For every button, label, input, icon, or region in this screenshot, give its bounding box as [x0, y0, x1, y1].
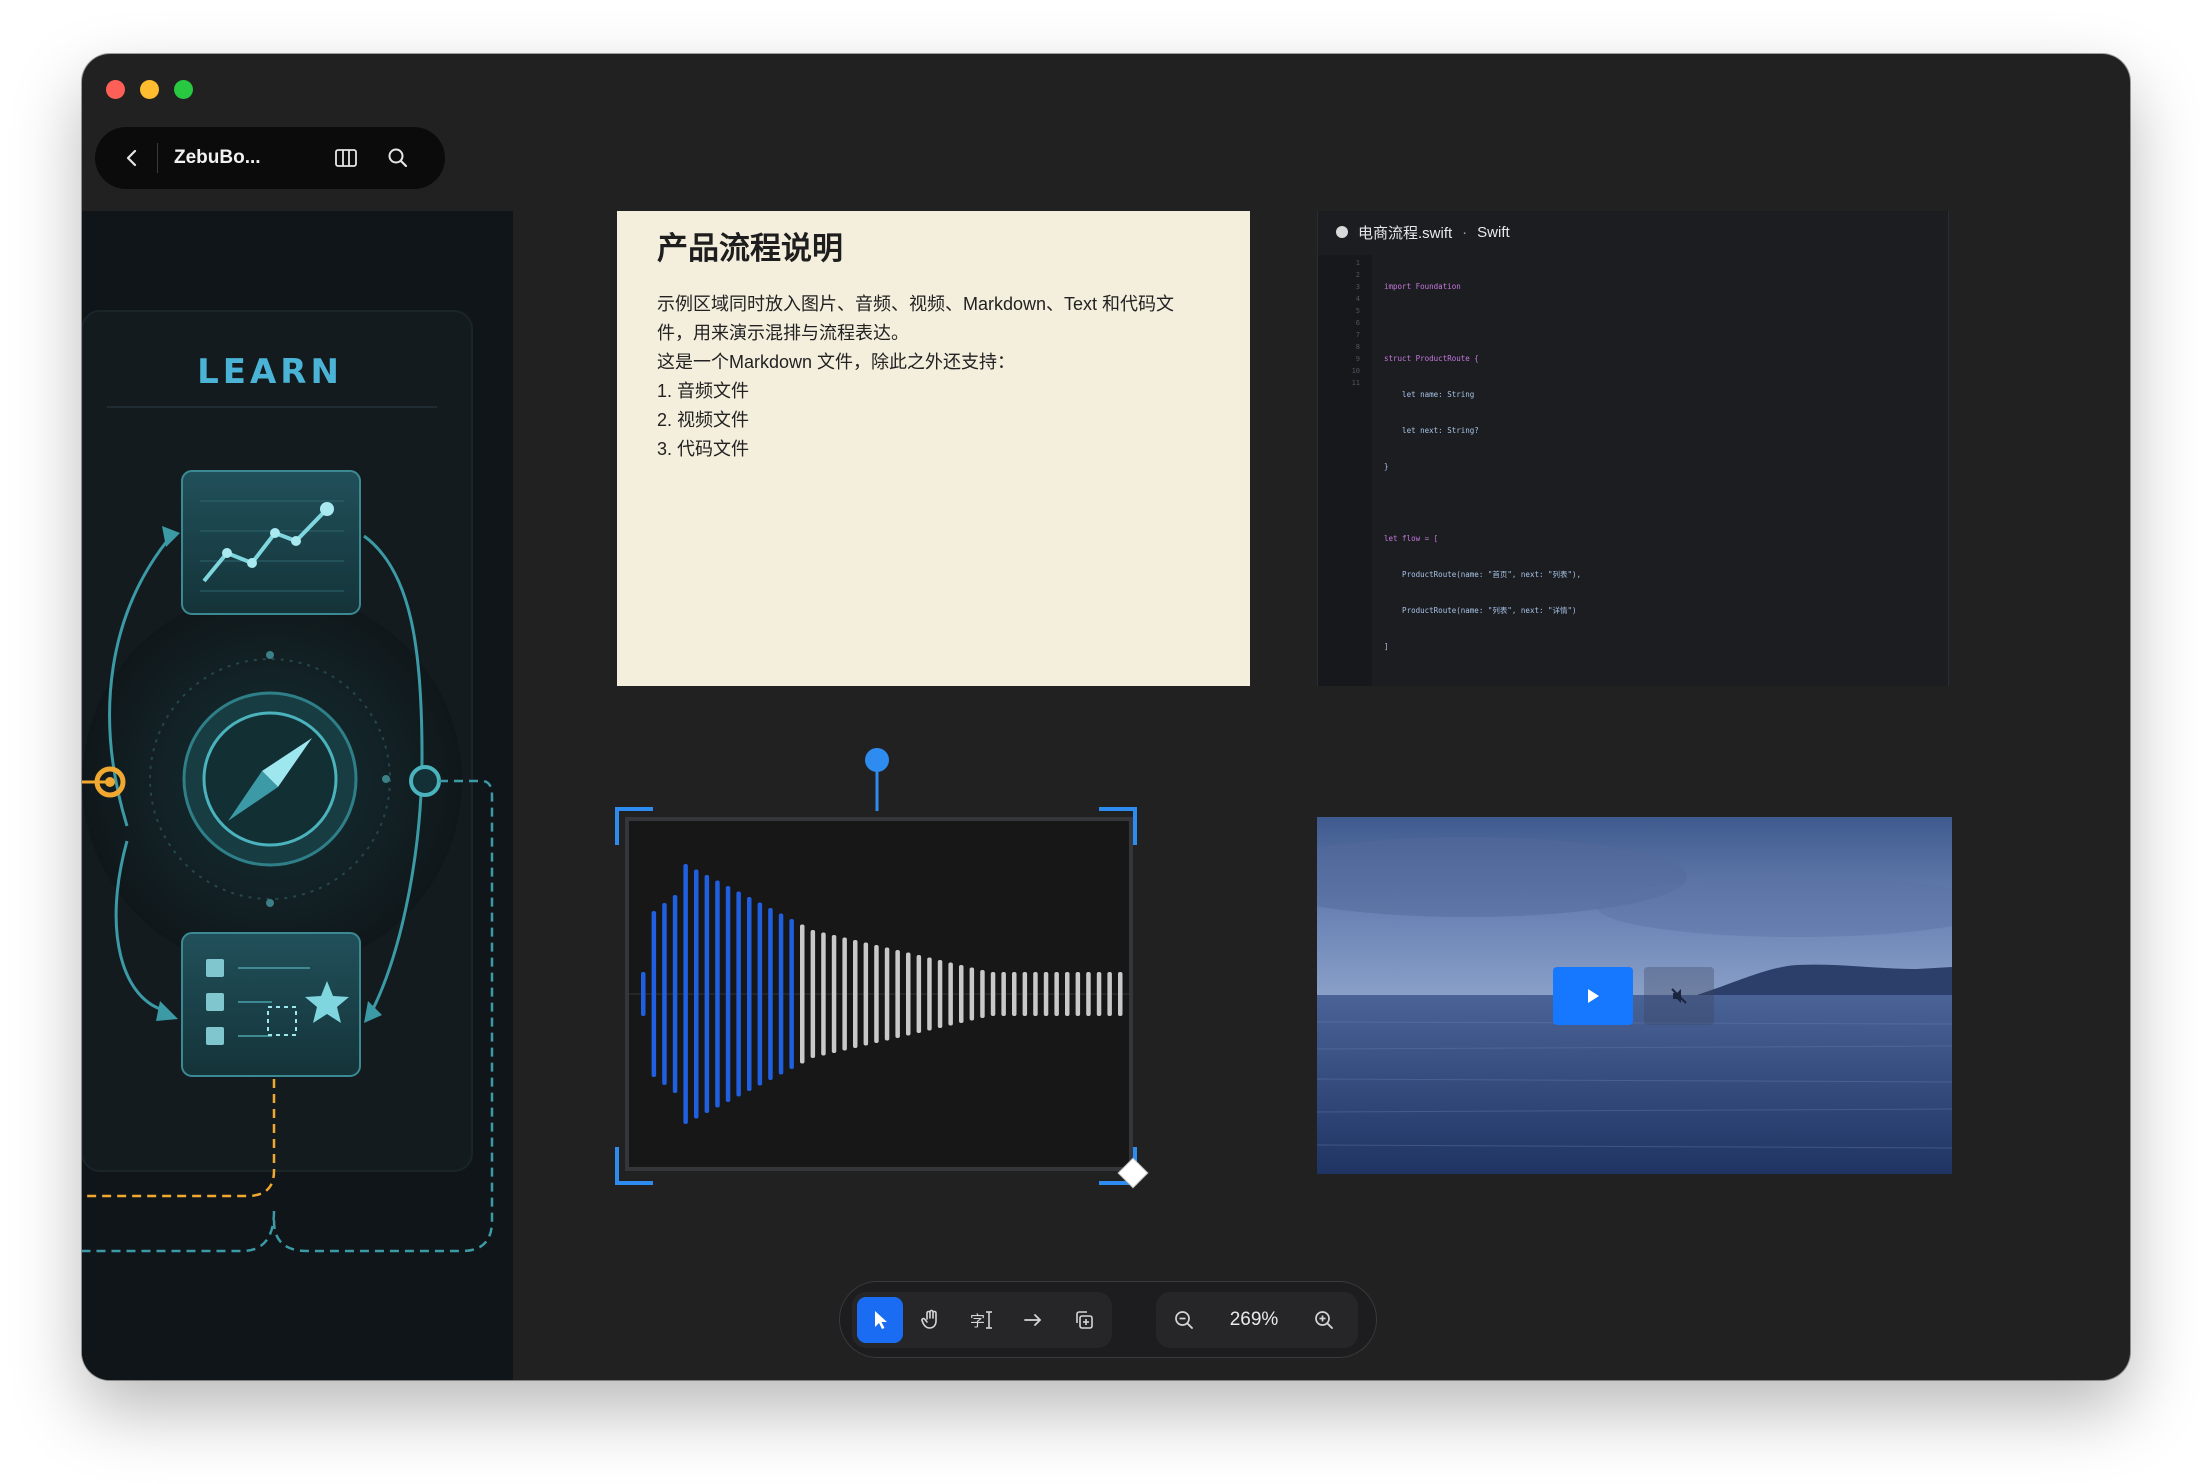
waveform-bar	[800, 924, 805, 1064]
waveform-bar	[1075, 972, 1081, 1016]
hand-icon	[921, 1309, 937, 1329]
waveform-bar	[725, 886, 731, 1102]
waveform-bar	[704, 875, 710, 1113]
waveform-bar	[1054, 972, 1059, 1016]
selection-handle-top-left[interactable]	[615, 807, 653, 845]
waveform-bar	[810, 930, 816, 1058]
waveform-bar	[1022, 972, 1028, 1016]
waveform-bar	[757, 902, 763, 1086]
waveform-bar	[1001, 972, 1006, 1016]
waveform-bar	[969, 967, 975, 1021]
waveform-bar	[1107, 972, 1112, 1016]
waveform-bar	[916, 955, 922, 1033]
zoom-in-button[interactable]	[1301, 1297, 1347, 1343]
svg-text:字: 字	[970, 1312, 985, 1330]
waveform-bar	[831, 935, 837, 1053]
waveform-bar	[1033, 972, 1038, 1016]
waveform-bar	[821, 932, 826, 1056]
text-tool-button[interactable]: 字	[959, 1297, 1005, 1343]
waveform-bar	[884, 947, 890, 1041]
video-card[interactable]	[1317, 817, 1952, 1174]
waveform-bar	[747, 897, 752, 1091]
zoom-group: 269%	[1156, 1292, 1358, 1348]
waveform-bar	[662, 903, 667, 1085]
zoom-out-button[interactable]	[1161, 1297, 1207, 1343]
rotate-handle[interactable]	[865, 748, 889, 772]
waveform-bar	[937, 960, 943, 1028]
waveform-bar	[672, 895, 678, 1093]
selection-handle-bottom-left[interactable]	[615, 1147, 653, 1185]
waveform-bar	[853, 940, 858, 1048]
waveform-bar	[768, 908, 773, 1080]
play-icon	[1588, 989, 1599, 1003]
waveform-bar	[778, 913, 784, 1075]
waveform-bar	[874, 945, 879, 1043]
waveform-bar	[1012, 972, 1017, 1016]
arrow-tool-button[interactable]	[1010, 1297, 1056, 1343]
tool-group: 字	[852, 1292, 1112, 1348]
waveform-bar	[1065, 972, 1070, 1016]
waveform-bar	[895, 950, 900, 1038]
waveform-bar	[1118, 972, 1123, 1016]
waveform-bar	[715, 880, 720, 1108]
selection-handle-top-right[interactable]	[1099, 807, 1137, 845]
waveform-bar	[980, 970, 985, 1018]
waveform-bar	[736, 891, 741, 1097]
waveform-bar	[1086, 972, 1091, 1016]
app-window: ZebuBo... LEARN 产品流程说明 示例区域同时放入图片、音频、视频、…	[82, 54, 2130, 1380]
waveform-bar	[948, 962, 953, 1026]
duplicate-icon	[1076, 1311, 1093, 1329]
select-tool-button[interactable]	[857, 1297, 903, 1343]
zoom-out-icon	[1175, 1311, 1193, 1329]
text-cursor-icon: 字	[970, 1311, 992, 1330]
waveform-bar	[651, 911, 657, 1077]
waveform-bar	[927, 957, 932, 1031]
waveform-bar	[959, 965, 964, 1023]
canvas-toolbar: 字 269%	[839, 1281, 1377, 1358]
audio-waveform[interactable]	[629, 821, 1129, 1167]
waveform-bar	[694, 869, 699, 1119]
mute-button[interactable]	[1644, 967, 1714, 1025]
zoom-in-icon	[1315, 1311, 1333, 1329]
video-thumbnail	[1317, 817, 1952, 1174]
waveform-bar	[641, 972, 646, 1016]
mute-icon	[1671, 988, 1687, 1004]
waveform-bar	[906, 952, 911, 1036]
zoom-level[interactable]: 269%	[1207, 1309, 1301, 1331]
waveform-bar	[990, 972, 996, 1016]
waveform-bar	[1096, 972, 1102, 1016]
hand-tool-button[interactable]	[908, 1297, 954, 1343]
cursor-icon	[875, 1311, 887, 1329]
audio-card[interactable]	[625, 817, 1133, 1171]
waveform-bar	[683, 864, 688, 1124]
duplicate-tool-button[interactable]	[1061, 1297, 1107, 1343]
arrow-right-icon	[1024, 1314, 1041, 1326]
waveform-bar	[789, 919, 794, 1069]
waveform-bar	[1043, 972, 1049, 1016]
waveform-bar	[842, 937, 847, 1051]
waveform-bar	[863, 942, 869, 1046]
play-button[interactable]	[1553, 967, 1633, 1025]
